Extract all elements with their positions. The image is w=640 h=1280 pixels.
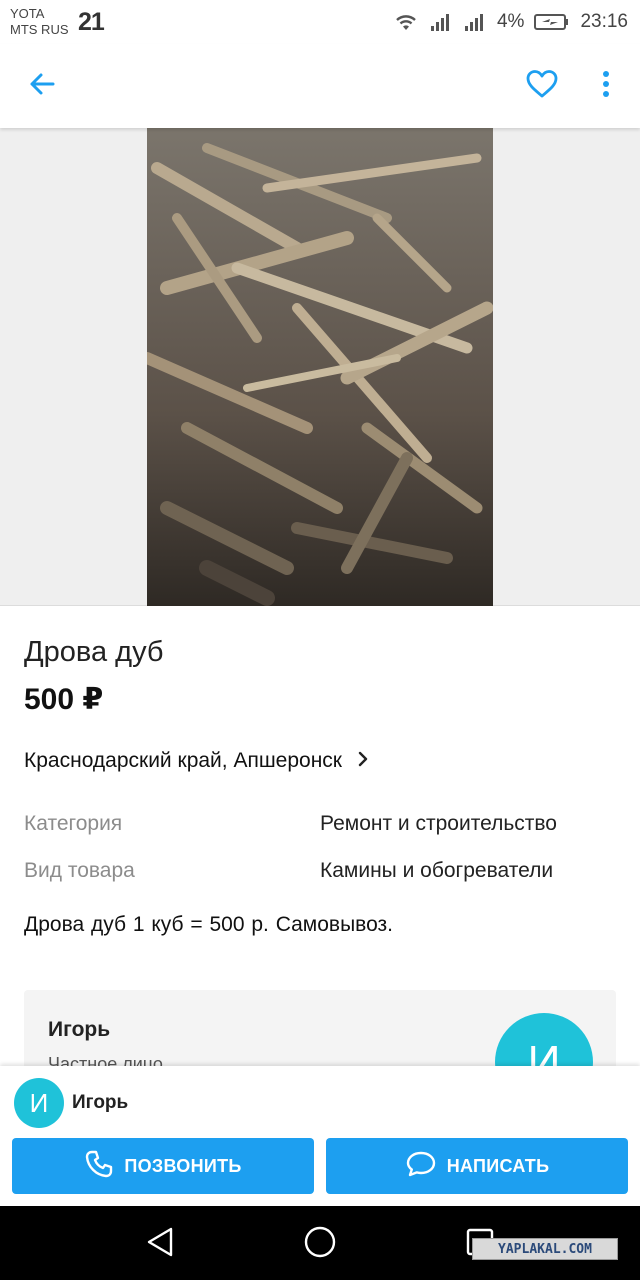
circle-home-icon bbox=[303, 1225, 337, 1264]
battery-percent: 4% bbox=[496, 11, 525, 32]
param-key: Категория bbox=[24, 812, 123, 835]
site-watermark: YAPLAKAL.COM bbox=[472, 1238, 618, 1260]
message-button[interactable]: НАПИСАТЬ bbox=[326, 1138, 628, 1194]
status-icons: 4% 23:16 bbox=[393, 8, 628, 36]
seller-name: Игорь bbox=[48, 1018, 111, 1041]
triangle-back-icon bbox=[145, 1226, 175, 1263]
chat-bubble-icon bbox=[405, 1150, 437, 1183]
notification-badge: 21 bbox=[78, 8, 105, 36]
signal-icon-2 bbox=[463, 12, 487, 32]
carrier-name-2: MTS RUS bbox=[10, 22, 69, 37]
screen: YOTA MTS RUS 21 4% 23:16 Avito Дрова дуб… bbox=[0, 0, 640, 1280]
listing-price: 500 ₽ bbox=[24, 683, 104, 716]
param-key: Вид товара bbox=[24, 859, 135, 882]
back-button[interactable] bbox=[20, 64, 64, 108]
more-options-button[interactable] bbox=[584, 64, 628, 108]
param-value: Ремонт и строительство bbox=[320, 812, 557, 835]
carrier-name-1: YOTA bbox=[10, 6, 45, 21]
avito-watermark: Avito bbox=[388, 694, 472, 724]
location-link[interactable]: Краснодарский край, Апшеронск bbox=[24, 749, 368, 773]
nav-back-button[interactable] bbox=[140, 1224, 180, 1264]
listing-description: Дрова дуб 1 куб = 500 р. Самовывоз. bbox=[24, 913, 393, 936]
watermark-text: Avito bbox=[418, 696, 473, 721]
more-vertical-icon bbox=[602, 70, 610, 103]
avito-logo-icon bbox=[388, 694, 412, 724]
location-text: Краснодарский край, Апшеронск bbox=[24, 749, 342, 772]
battery-charging-icon bbox=[534, 12, 570, 32]
wifi-icon bbox=[393, 12, 419, 32]
favorite-button[interactable] bbox=[520, 64, 564, 108]
phone-icon bbox=[84, 1149, 114, 1184]
listing-title: Дрова дуб bbox=[24, 636, 164, 668]
call-button[interactable]: ПОЗВОНИТЬ bbox=[12, 1138, 314, 1194]
arrow-left-icon bbox=[28, 70, 56, 103]
app-toolbar bbox=[0, 44, 640, 128]
signal-icon-1 bbox=[429, 12, 453, 32]
heart-outline-icon bbox=[525, 69, 559, 104]
status-bar: YOTA MTS RUS 21 4% 23:16 bbox=[0, 0, 640, 44]
listing-photo[interactable] bbox=[147, 128, 493, 606]
message-button-label: НАПИСАТЬ bbox=[446, 1155, 550, 1176]
photo-gallery[interactable]: Avito bbox=[0, 128, 640, 721]
clock: 23:16 bbox=[580, 11, 628, 32]
param-row-item-type: Вид товара Камины и обогреватели bbox=[24, 859, 624, 889]
avatar: И bbox=[14, 1078, 64, 1128]
chevron-right-icon bbox=[358, 749, 368, 773]
param-row-category: Категория Ремонт и строительство bbox=[24, 812, 624, 842]
param-value: Камины и обогреватели bbox=[320, 859, 554, 882]
contact-seller-name: Игорь bbox=[72, 1092, 129, 1113]
contact-bar: И Игорь ПОЗВОНИТЬ НАПИСАТЬ bbox=[0, 1066, 640, 1206]
carrier-info: YOTA MTS RUS bbox=[10, 6, 69, 38]
nav-home-button[interactable] bbox=[300, 1224, 340, 1264]
call-button-label: ПОЗВОНИТЬ bbox=[124, 1155, 242, 1176]
